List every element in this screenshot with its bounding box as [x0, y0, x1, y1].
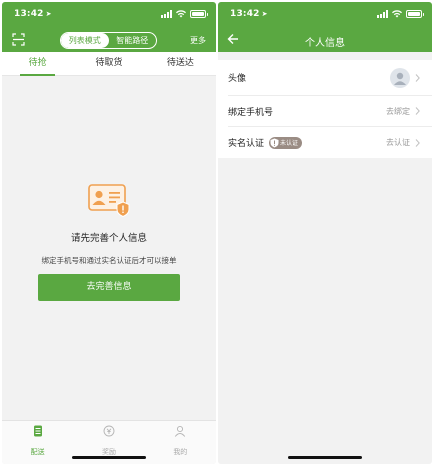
badge-label: 未认证	[280, 140, 299, 147]
status-icons	[161, 10, 208, 18]
page-title: 个人信息	[305, 38, 345, 49]
bottom-nav-label: 我的	[173, 448, 188, 456]
chevron-right-icon	[415, 107, 420, 115]
battery-icon	[190, 10, 208, 18]
avatar	[390, 67, 410, 88]
default-avatar-icon	[394, 72, 406, 85]
empty-title: 请先完善个人信息	[70, 233, 147, 244]
tab-to-pickup[interactable]: 待取货	[73, 52, 144, 75]
status-time: 13:42 ➤	[230, 9, 268, 19]
unverified-badge: 未认证	[269, 136, 303, 149]
more-button[interactable]: 更多	[190, 35, 206, 46]
row-label: 绑定手机号	[228, 107, 274, 118]
row-label: 实名认证	[228, 139, 265, 149]
shield-warning-icon	[270, 138, 279, 147]
row-value: 去认证	[386, 138, 410, 147]
scan-icon[interactable]	[12, 33, 25, 46]
row-avatar[interactable]: 头像	[228, 60, 432, 96]
location-icon: ➤	[45, 10, 52, 18]
order-tabs: 待抢 待取货 待送达	[2, 52, 216, 76]
signal-icon	[161, 10, 172, 18]
status-icons	[377, 10, 424, 18]
screen-delivery-list: 13:42 ➤ 列表模式 智能路径 更多 待抢 待取货 待送达 请先完善个人信息…	[2, 2, 216, 464]
reward-coin-icon	[103, 425, 115, 437]
bottom-nav-mine[interactable]: 我的	[145, 421, 216, 464]
row-bind-phone[interactable]: 绑定手机号 去绑定	[228, 96, 432, 127]
empty-description: 绑定手机号和通过实名认证后才可以接单	[41, 256, 177, 265]
empty-state: 请先完善个人信息 绑定手机号和通过实名认证后才可以接单 去完善信息	[2, 182, 216, 301]
status-bar: 13:42 ➤	[2, 2, 216, 28]
wifi-icon	[176, 10, 186, 18]
profile-icon	[175, 425, 186, 437]
chevron-right-icon	[415, 138, 420, 147]
view-mode-segmented-control: 列表模式 智能路径	[60, 32, 157, 49]
battery-icon	[406, 10, 424, 18]
status-bar: 13:42 ➤	[218, 2, 432, 28]
row-label: 头像	[228, 74, 247, 84]
bottom-nav-delivery[interactable]: 配送	[2, 421, 73, 464]
tab-to-grab[interactable]: 待抢	[2, 52, 73, 76]
top-nav: 列表模式 智能路径 更多	[2, 28, 216, 52]
info-list: 头像 绑定手机号 去绑定 实名认证 未认证 去认证	[218, 60, 432, 158]
home-indicator	[288, 456, 362, 459]
chevron-right-icon	[415, 73, 420, 82]
top-nav: 个人信息	[218, 28, 432, 52]
wifi-icon	[392, 10, 402, 18]
header: 13:42 ➤ 列表模式 智能路径 更多	[2, 2, 216, 52]
row-value: 去绑定	[386, 106, 410, 116]
row-right: 去认证	[386, 127, 420, 158]
complete-info-button[interactable]: 去完善信息	[38, 274, 180, 301]
location-icon: ➤	[261, 10, 268, 18]
delivery-list-icon	[33, 425, 42, 437]
segment-smart-route[interactable]: 智能路径	[109, 33, 157, 48]
status-time: 13:42 ➤	[14, 9, 52, 19]
segment-list-mode[interactable]: 列表模式	[61, 33, 109, 48]
bottom-nav-label: 奖励	[101, 448, 116, 456]
bottom-nav-label: 配送	[30, 448, 45, 456]
id-card-warning-icon	[88, 184, 130, 218]
home-indicator	[72, 456, 146, 459]
row-right: 去绑定	[386, 96, 420, 126]
header: 13:42 ➤ 个人信息	[218, 2, 432, 52]
tab-to-deliver[interactable]: 待送达	[145, 52, 216, 75]
row-real-name-auth[interactable]: 实名认证 未认证 去认证	[228, 127, 432, 158]
screen-personal-info: 13:42 ➤ 个人信息 头像 绑定手机号 去绑定 实名认证 未认证 去认证	[218, 2, 432, 464]
row-right	[390, 60, 420, 95]
signal-icon	[377, 10, 388, 18]
